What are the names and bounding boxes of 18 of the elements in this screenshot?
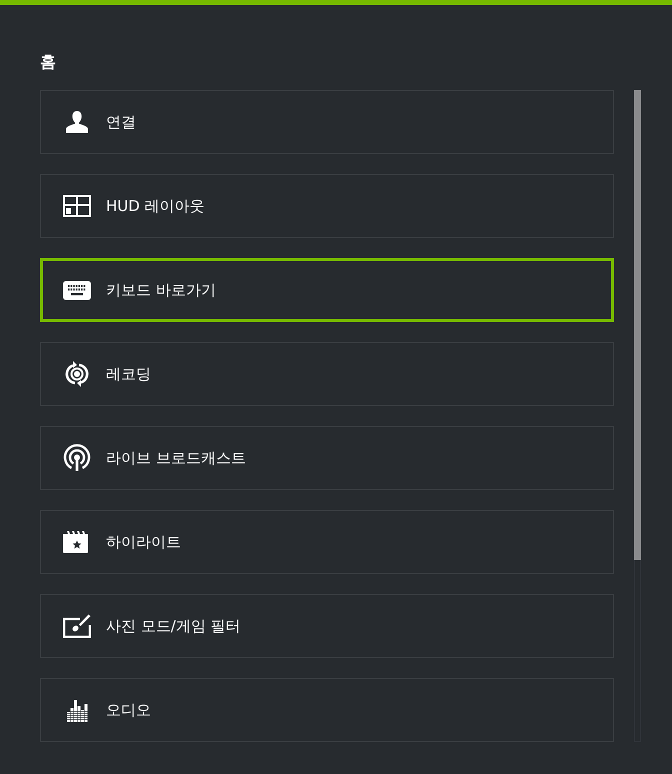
menu-item[interactable]: 키보드 바로가기 bbox=[40, 258, 614, 322]
menu-item[interactable]: 사진 모드/게임 필터 bbox=[40, 594, 614, 658]
scrollbar-track[interactable] bbox=[634, 90, 641, 742]
photo-brush-icon bbox=[63, 614, 91, 638]
record-icon bbox=[63, 360, 91, 388]
menu-item[interactable]: 하이라이트 bbox=[40, 510, 614, 574]
menu-item[interactable]: HUD 레이아웃 bbox=[40, 174, 614, 238]
menu-item[interactable]: 오디오 bbox=[40, 678, 614, 742]
person-icon bbox=[63, 111, 91, 133]
clapperboard-star-icon bbox=[63, 531, 91, 553]
keyboard-icon bbox=[63, 279, 91, 301]
menu-item[interactable]: 라이브 브로드캐스트 bbox=[40, 426, 614, 490]
page-title: 홈 bbox=[40, 51, 56, 73]
layout-grid-icon bbox=[63, 195, 91, 217]
menu-item[interactable]: 연결 bbox=[40, 90, 614, 154]
scrollbar-thumb[interactable] bbox=[634, 90, 641, 560]
menu-item[interactable]: 레코딩 bbox=[40, 342, 614, 406]
broadcast-icon bbox=[63, 444, 91, 472]
